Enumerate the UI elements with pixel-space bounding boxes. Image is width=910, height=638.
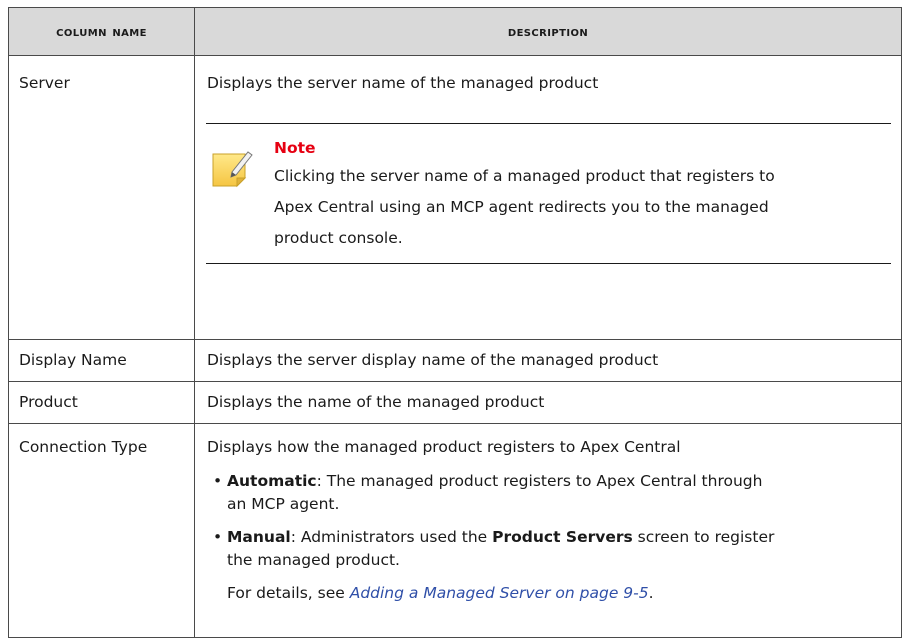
details-reference: For details, see Adding a Managed Server…	[227, 584, 654, 602]
list-item: Manual: Administrators used the Product …	[207, 526, 891, 572]
header-column-name: Column Name	[8, 7, 195, 56]
server-description: Displays the server name of the managed …	[207, 74, 599, 92]
table-row-display-name: Display Name Displays the server display…	[8, 339, 902, 382]
connection-options-list: Automatic: The managed product registers…	[207, 470, 891, 572]
list-item: Automatic: The managed product registers…	[207, 470, 891, 516]
cell-name-display-name: Display Name	[8, 339, 195, 382]
cell-desc-server: Displays the server name of the managed …	[194, 55, 902, 340]
table-row-server: Server Displays the server name of the m…	[8, 55, 902, 340]
cell-desc-display-name: Displays the server display name of the …	[194, 339, 902, 382]
cell-name-server: Server	[8, 55, 195, 340]
column-description-table: Column Name Description Server Displays …	[8, 7, 902, 638]
note-title: Note	[274, 139, 316, 157]
note-text: Clicking the server name of a managed pr…	[274, 167, 775, 247]
note-box: Note Clicking the server name of a manag…	[206, 123, 891, 264]
table-header-row: Column Name Description	[8, 7, 902, 56]
table-row-connection-type: Connection Type Displays how the managed…	[8, 423, 902, 638]
header-description: Description	[194, 7, 902, 56]
table-row-product: Product Displays the name of the managed…	[8, 381, 902, 424]
note-pencil-icon	[212, 151, 253, 188]
adding-managed-server-link[interactable]: Adding a Managed Server on page 9-5	[350, 584, 649, 602]
cell-desc-product: Displays the name of the managed product	[194, 381, 902, 424]
cell-desc-connection-type: Displays how the managed product registe…	[194, 423, 902, 638]
cell-name-product: Product	[8, 381, 195, 424]
connection-type-description: Displays how the managed product registe…	[207, 438, 681, 456]
cell-name-connection-type: Connection Type	[8, 423, 195, 638]
